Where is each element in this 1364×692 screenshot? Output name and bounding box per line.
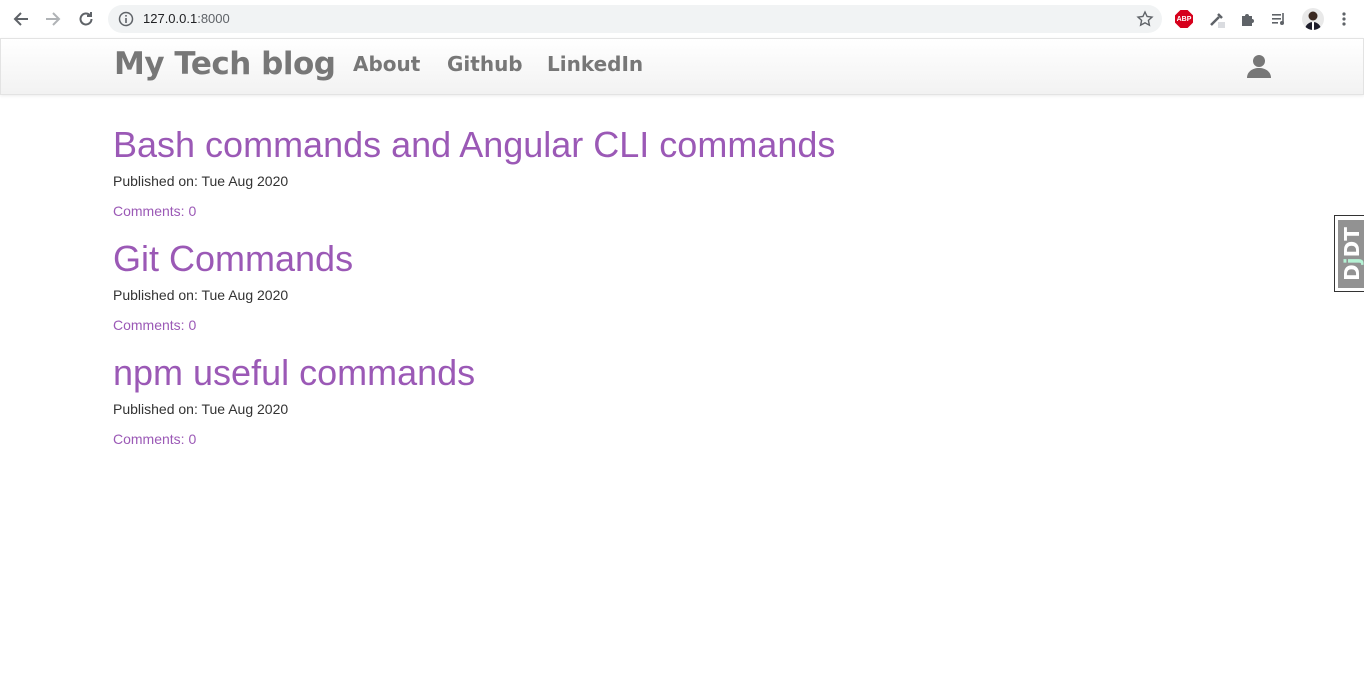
nav-link-github[interactable]: Github: [447, 52, 523, 76]
eyedropper-icon: [1210, 13, 1225, 28]
kebab-menu-icon: [1342, 12, 1346, 26]
back-button[interactable]: [9, 7, 33, 31]
playlist-icon: [1272, 13, 1284, 25]
profile-avatar[interactable]: [1302, 8, 1324, 30]
url-port: :8000: [197, 11, 230, 26]
eyedropper-extension-button[interactable]: [1207, 9, 1227, 29]
forward-arrow-icon: [46, 12, 61, 26]
djdt-logo: DjDT: [1340, 220, 1364, 288]
extensions-button[interactable]: [1238, 9, 1258, 29]
user-icon[interactable]: [1246, 53, 1272, 79]
post-item: npm useful commands Published on: Tue Au…: [113, 345, 1213, 449]
reload-button[interactable]: [74, 7, 98, 31]
back-arrow-icon: [13, 12, 28, 26]
nav-link-about[interactable]: About: [353, 52, 420, 76]
bookmark-star-icon[interactable]: [1136, 10, 1154, 28]
djdt-logo-d: D: [1340, 264, 1364, 281]
post-title-link[interactable]: Git Commands: [113, 231, 1213, 287]
url-host: 127.0.0.1: [143, 11, 198, 26]
media-control-button[interactable]: [1269, 9, 1289, 29]
info-icon[interactable]: [118, 11, 134, 27]
site-brand-link[interactable]: My Tech blog: [114, 46, 336, 82]
browser-menu-button[interactable]: [1334, 9, 1354, 29]
adblock-icon: ABP: [1175, 10, 1193, 28]
url-text: 127.0.0.1:8000: [143, 11, 230, 26]
forward-button[interactable]: [41, 7, 65, 31]
post-published-date: Published on: Tue Aug 2020: [113, 401, 289, 417]
post-published-date: Published on: Tue Aug 2020: [113, 173, 289, 189]
django-debug-toolbar-handle[interactable]: DjDT: [1334, 215, 1364, 292]
adblock-extension-button[interactable]: ABP: [1174, 9, 1194, 29]
site-navbar: My Tech blog About Github LinkedIn: [0, 38, 1364, 95]
post-item: Git Commands Published on: Tue Aug 2020 …: [113, 231, 1213, 335]
post-published-date: Published on: Tue Aug 2020: [113, 287, 289, 303]
post-comments-link[interactable]: Comments: 0: [113, 317, 196, 334]
reload-icon: [79, 12, 93, 26]
djdt-logo-dt: DT: [1340, 227, 1364, 258]
post-title-link[interactable]: npm useful commands: [113, 345, 1213, 401]
post-comments-link[interactable]: Comments: 0: [113, 431, 196, 448]
browser-toolbar: 127.0.0.1:8000 ABP: [0, 0, 1364, 38]
post-comments-link[interactable]: Comments: 0: [113, 203, 196, 220]
address-bar[interactable]: 127.0.0.1:8000: [108, 5, 1162, 33]
puzzle-icon: [1242, 14, 1254, 26]
post-item: Bash commands and Angular CLI commands P…: [113, 117, 1213, 221]
post-list: Bash commands and Angular CLI commands P…: [113, 117, 1213, 459]
nav-link-linkedin[interactable]: LinkedIn: [547, 52, 643, 76]
profile-person-icon: [1305, 11, 1321, 30]
djdt-handle-background: DjDT: [1338, 220, 1364, 288]
post-title-link[interactable]: Bash commands and Angular CLI commands: [113, 117, 1213, 173]
djdt-logo-j: j: [1340, 257, 1364, 265]
